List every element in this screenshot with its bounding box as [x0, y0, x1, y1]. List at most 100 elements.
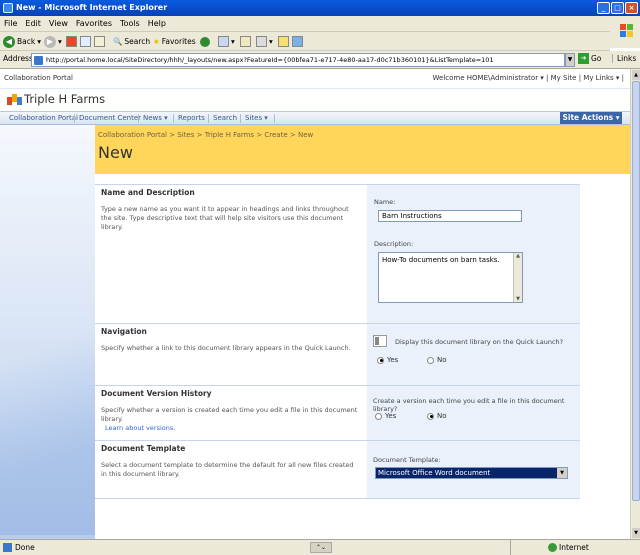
portal-link[interactable]: Collaboration Portal [4, 74, 73, 82]
menu-edit[interactable]: Edit [21, 16, 45, 32]
print-button[interactable]: ▾ [256, 34, 273, 49]
quick-launch-question: Display this document library on the Qui… [395, 338, 564, 346]
menu-view[interactable]: View [45, 16, 72, 32]
minimize-button[interactable]: _ [597, 2, 610, 14]
learn-about-versions-link[interactable]: Learn about versions. [105, 424, 175, 432]
ie-icon [3, 3, 13, 13]
maximize-button[interactable]: □ [611, 2, 624, 14]
scroll-thumb[interactable] [632, 81, 640, 501]
menu-help[interactable]: Help [144, 16, 170, 32]
quick-launch-icon [373, 335, 387, 347]
back-button[interactable]: ◀ Back ▾ [3, 34, 41, 49]
forward-button[interactable]: ▶ ▾ [44, 34, 62, 49]
back-arrow-icon: ◀ [3, 35, 15, 48]
close-button[interactable]: × [625, 2, 638, 14]
nav-document-center[interactable]: Document Center [79, 113, 141, 124]
left-navigation-panel [0, 125, 95, 539]
quick-launch-yes-radio[interactable]: Yes [377, 356, 398, 364]
section-version-history: Document Version History Specify whether… [95, 385, 580, 440]
section-name-description: Name and Description Type a new name as … [95, 184, 580, 323]
page-viewport: Collaboration Portal Welcome HOME\Admini… [0, 69, 630, 539]
nav-search[interactable]: Search [213, 113, 237, 124]
name-label: Name: [374, 198, 396, 206]
history-button[interactable]: ▾ [218, 34, 235, 49]
section-heading: Document Template [101, 444, 186, 453]
home-icon [94, 36, 105, 47]
description-textarea[interactable]: How-To documents on barn tasks. ▲ ▼ [378, 252, 523, 303]
forward-arrow-icon: ▶ [44, 35, 56, 48]
address-bar: Address http://portal.home.local/SiteDir… [0, 51, 640, 69]
stop-button[interactable] [66, 34, 77, 49]
go-button[interactable]: ➔ Go [578, 53, 601, 64]
site-logo-icon [7, 93, 22, 107]
star-icon: ★ [153, 37, 160, 46]
status-text: Done [15, 543, 35, 552]
site-title[interactable]: Triple H Farms [24, 92, 105, 106]
messenger-button[interactable] [292, 34, 303, 49]
window-title: New - Microsoft Internet Explorer [16, 3, 168, 12]
section-navigation: Navigation Specify whether a link to thi… [95, 323, 580, 385]
media-button[interactable] [200, 34, 210, 49]
home-button[interactable] [94, 34, 105, 49]
menu-tools[interactable]: Tools [116, 16, 144, 32]
top-navigation: Collaboration Portal Document Center New… [0, 111, 630, 125]
page-icon [34, 56, 43, 65]
windows-logo-icon [610, 16, 640, 48]
internet-zone-icon [548, 543, 557, 552]
refresh-button[interactable] [80, 34, 91, 49]
security-zone-text: Internet [559, 543, 589, 552]
refresh-icon [80, 36, 91, 47]
address-label: Address [3, 54, 33, 63]
page-scrollbar[interactable]: ▲ ▼ [630, 69, 640, 539]
site-actions-button[interactable]: Site Actions ▾ [560, 112, 622, 124]
page-title: New [98, 143, 133, 162]
address-dropdown-button[interactable]: ▼ [565, 53, 575, 67]
site-title-area: Triple H Farms [0, 89, 630, 111]
media-icon [200, 36, 210, 47]
mail-icon [240, 36, 251, 47]
status-bar: Done ⌃⌄ Internet [0, 539, 640, 555]
nav-news[interactable]: News ▾ [143, 113, 168, 124]
mail-button[interactable] [240, 34, 251, 49]
description-label: Description: [374, 240, 414, 248]
address-input[interactable]: http://portal.home.local/SiteDirectory/h… [31, 53, 565, 67]
scroll-up-button[interactable]: ▲ [632, 70, 640, 80]
section-description: Type a new name as you want it to appear… [101, 205, 349, 231]
page-done-icon [3, 543, 12, 552]
chevron-down-icon[interactable]: ▼ [557, 468, 567, 478]
create-form: Name and Description Type a new name as … [95, 174, 630, 539]
breadcrumb[interactable]: Collaboration Portal > Sites > Triple H … [98, 131, 313, 139]
section-description: Specify whether a link to this document … [101, 344, 351, 352]
folder-icon [278, 36, 289, 47]
version-question: Create a version each time you edit a fi… [373, 397, 565, 413]
quick-launch-no-radio[interactable]: No [427, 356, 447, 364]
menu-file[interactable]: File [0, 16, 21, 32]
section-heading: Navigation [101, 327, 147, 336]
name-field[interactable]: Barn Instructions [378, 210, 522, 222]
document-template-select[interactable]: Microsoft Office Word document ▼ [375, 467, 568, 479]
textarea-scrollbar[interactable]: ▲ ▼ [513, 253, 522, 302]
nav-reports[interactable]: Reports [178, 113, 205, 124]
template-label: Document Template: [373, 456, 441, 464]
stop-icon [66, 36, 77, 47]
welcome-menu[interactable]: Welcome HOME\Administrator ▾ | My Site |… [433, 74, 624, 82]
search-icon: 🔍 [113, 37, 123, 46]
sharepoint-global-bar: Collaboration Portal Welcome HOME\Admini… [0, 69, 630, 89]
section-document-template: Document Template Select a document temp… [95, 440, 580, 498]
history-icon [218, 36, 229, 47]
resize-grip-icon: ⌃⌄ [310, 542, 332, 553]
nav-sites[interactable]: Sites ▾ [245, 113, 268, 124]
edit-button[interactable] [278, 34, 289, 49]
scroll-down-button[interactable]: ▼ [632, 528, 640, 538]
section-heading: Document Version History [101, 389, 212, 398]
search-button[interactable]: 🔍 Search [113, 34, 150, 49]
nav-collaboration-portal[interactable]: Collaboration Portal [9, 113, 78, 124]
menu-favorites[interactable]: Favorites [72, 16, 116, 32]
versioning-yes-radio[interactable]: Yes [375, 412, 396, 420]
section-description: Specify whether a version is created eac… [101, 406, 358, 423]
versioning-no-radio[interactable]: No [427, 412, 447, 420]
favorites-button[interactable]: ★ Favorites [153, 34, 196, 49]
links-toolbar[interactable]: Links [612, 54, 636, 63]
browser-toolbar: ◀ Back ▾ ▶ ▾ 🔍 Search ★ Favorites ▾ ▾ [0, 32, 610, 51]
messenger-icon [292, 36, 303, 47]
